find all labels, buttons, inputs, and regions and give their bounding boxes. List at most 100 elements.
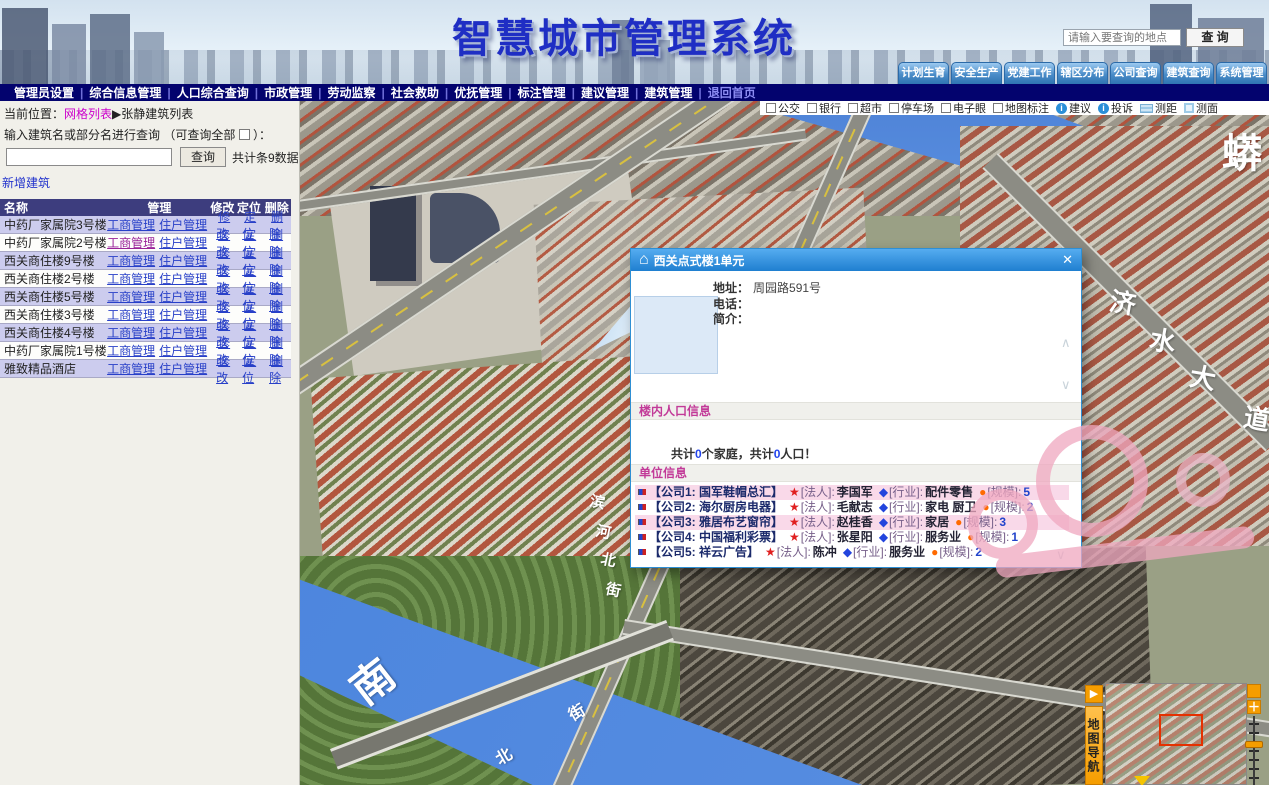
- scroll-up-icon[interactable]: ∧: [1061, 335, 1071, 351]
- layer-bank[interactable]: 银行: [807, 101, 841, 116]
- bank-checkbox[interactable]: [807, 103, 817, 113]
- menu-municipal[interactable]: 市政管理: [258, 84, 318, 101]
- company-row: 【公司3: 雅居布艺窗帘】★[法人]:赵桂香◆[行业]:家居●[规模]:3: [635, 515, 1069, 530]
- breadcrumb-label: 当前位置：: [4, 107, 64, 121]
- business-mgmt-link[interactable]: 工商管理: [107, 218, 155, 232]
- tab-party-work[interactable]: 党建工作: [1004, 62, 1055, 84]
- minimap-collapse-button[interactable]: ▶: [1085, 685, 1103, 703]
- company-flag-icon: [638, 489, 646, 495]
- popup-titlebar[interactable]: ⌂ 西关点式楼1单元 ✕: [631, 249, 1081, 271]
- menu-back-home[interactable]: 退回首页: [702, 84, 762, 101]
- resident-mgmt-link[interactable]: 住户管理: [159, 290, 207, 304]
- menu-annotation[interactable]: 标注管理: [512, 84, 572, 101]
- add-building-link[interactable]: 新增建筑: [2, 174, 299, 191]
- menu-social-aid[interactable]: 社会救助: [385, 84, 445, 101]
- company-flag-icon: [638, 519, 646, 525]
- star-icon: ★: [789, 485, 800, 499]
- resident-mgmt-link[interactable]: 住户管理: [159, 362, 207, 376]
- resident-mgmt-link[interactable]: 住户管理: [159, 236, 207, 250]
- tab-safety[interactable]: 安全生产: [951, 62, 1002, 84]
- scale-label: [规模]:: [991, 500, 1025, 514]
- menu-labor[interactable]: 劳动监察: [322, 84, 382, 101]
- scale-label: [规模]:: [975, 530, 1009, 544]
- menu-admin-settings[interactable]: 管理员设置: [8, 84, 80, 101]
- tab-system[interactable]: 系统管理: [1216, 62, 1267, 84]
- company-flag-icon: [638, 534, 646, 540]
- minimap-image[interactable]: [1105, 683, 1247, 785]
- suggestion-tool[interactable]: i建议: [1056, 101, 1091, 116]
- zoom-slider-handle[interactable]: [1245, 741, 1263, 748]
- star-icon: ★: [789, 530, 800, 544]
- complaint-tool[interactable]: i投诉: [1098, 101, 1133, 116]
- breadcrumb-grid-link[interactable]: 网格列表: [64, 107, 112, 121]
- skyline-tower: [52, 24, 86, 84]
- place-search-button[interactable]: 查 询: [1186, 28, 1244, 47]
- layer-parking[interactable]: 停车场: [889, 101, 934, 116]
- company-row: 【公司2: 海尔厨房电器】★[法人]:毛献志◆[行业]:家电 厨卫●[规模]:2: [635, 500, 1069, 515]
- population-summary: 共计0个家庭，共计0人口！: [671, 445, 816, 462]
- legal-value: 赵桂香: [837, 515, 873, 529]
- business-mgmt-link[interactable]: 工商管理: [107, 254, 155, 268]
- annotation-checkbox[interactable]: [993, 103, 1003, 113]
- resident-mgmt-link[interactable]: 住户管理: [159, 218, 207, 232]
- intro-label: 简介：: [713, 312, 749, 326]
- zoom-in-button[interactable]: ＋: [1247, 700, 1261, 714]
- resident-mgmt-link[interactable]: 住户管理: [159, 272, 207, 286]
- scroll-down-icon[interactable]: ∨: [1056, 547, 1066, 563]
- map-3d-view[interactable]: 蟒 济 水 大 道 南 滨 河 北 街 街 北 公交 银行 超市 停车场 电子眼…: [300, 101, 1269, 785]
- building-search-button[interactable]: 查询: [180, 147, 226, 167]
- locate-link[interactable]: 定位: [242, 354, 256, 385]
- tab-district[interactable]: 辖区分布: [1057, 62, 1108, 84]
- tab-building-query[interactable]: 建筑查询: [1163, 62, 1214, 84]
- menu-building-mgmt[interactable]: 建筑管理: [638, 84, 698, 101]
- tab-company-query[interactable]: 公司查询: [1110, 62, 1161, 84]
- parking-checkbox[interactable]: [889, 103, 899, 113]
- measure-area-tool[interactable]: 测面: [1184, 101, 1218, 116]
- resident-mgmt-link[interactable]: 住户管理: [159, 254, 207, 268]
- skyline-tower: [2, 8, 48, 84]
- business-mgmt-link[interactable]: 工商管理: [107, 290, 155, 304]
- business-mgmt-link[interactable]: 工商管理: [107, 308, 155, 322]
- scale-icon: ●: [955, 515, 962, 529]
- layer-bus[interactable]: 公交: [766, 101, 800, 116]
- business-mgmt-link[interactable]: 工商管理: [107, 362, 155, 376]
- menu-info-mgmt[interactable]: 综合信息管理: [83, 84, 167, 101]
- resident-mgmt-link[interactable]: 住户管理: [159, 326, 207, 340]
- zoom-slider-track[interactable]: [1247, 716, 1261, 785]
- resident-mgmt-link[interactable]: 住户管理: [159, 344, 207, 358]
- menu-suggestion[interactable]: 建议管理: [575, 84, 635, 101]
- banner: 智慧城市管理系统 查 询 计划生育 安全生产 党建工作 辖区分布 公司查询 建筑…: [0, 0, 1269, 84]
- header-name: 名称: [0, 199, 110, 216]
- camera-checkbox[interactable]: [941, 103, 951, 113]
- star-icon: ★: [789, 515, 800, 529]
- measure-distance-tool[interactable]: 测距: [1140, 101, 1177, 116]
- business-mgmt-link[interactable]: 工商管理: [107, 236, 155, 250]
- building-name: 西关商住楼5号楼: [0, 288, 107, 305]
- layer-supermarket[interactable]: 超市: [848, 101, 882, 116]
- layer-map-annotation[interactable]: 地图标注: [993, 101, 1049, 116]
- menu-veteran-care[interactable]: 优抚管理: [448, 84, 508, 101]
- layer-label: 超市: [860, 101, 882, 116]
- tab-family-planning[interactable]: 计划生育: [898, 62, 949, 84]
- building-search-input[interactable]: [6, 148, 172, 166]
- resident-mgmt-link[interactable]: 住户管理: [159, 308, 207, 322]
- layer-camera[interactable]: 电子眼: [941, 101, 986, 116]
- business-mgmt-link[interactable]: 工商管理: [107, 344, 155, 358]
- minimap-pan-arrow[interactable]: [1134, 776, 1150, 785]
- business-mgmt-link[interactable]: 工商管理: [107, 272, 155, 286]
- minimap-mode-button[interactable]: [1247, 684, 1261, 698]
- bus-checkbox[interactable]: [766, 103, 776, 113]
- close-icon[interactable]: ✕: [1062, 252, 1073, 268]
- minimap-nav-tab[interactable]: 地图导航: [1085, 706, 1103, 785]
- minimap-viewport-rect[interactable]: [1159, 714, 1203, 746]
- delete-link[interactable]: 删除: [269, 354, 283, 385]
- place-search-input[interactable]: [1063, 29, 1181, 46]
- scroll-down-icon[interactable]: ∨: [1061, 377, 1071, 393]
- edit-link[interactable]: 修改: [216, 354, 230, 385]
- breadcrumb-current: 张静建筑列表: [121, 107, 193, 121]
- business-mgmt-link[interactable]: 工商管理: [107, 326, 155, 340]
- menu-population-query[interactable]: 人口综合查询: [171, 84, 255, 101]
- industry-label: [行业]:: [889, 485, 923, 499]
- search-all-checkbox[interactable]: [239, 129, 250, 140]
- supermarket-checkbox[interactable]: [848, 103, 858, 113]
